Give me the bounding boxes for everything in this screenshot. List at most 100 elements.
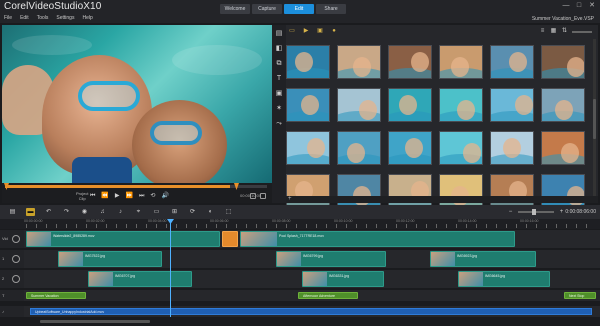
video-clip[interactable]: Pool Splash_717TRE18.mov [240,231,515,247]
preview-window[interactable] [2,25,272,183]
undo-icon[interactable]: ↶ [44,208,53,216]
title-clip[interactable]: Summer Vacation [26,292,86,299]
track-header-title[interactable]: T [0,290,24,301]
volume-icon[interactable]: 🔊 [161,193,168,200]
library-scrollbar[interactable] [593,39,596,199]
track-header-video[interactable]: Vid [0,230,24,248]
next-frame-button[interactable]: ⏩ [126,193,133,200]
thumbnail-view-icon[interactable]: ▦ [550,28,557,35]
pan-zoom-icon[interactable]: ⬚ [224,208,233,216]
previous-frame-button[interactable]: ⏪ [101,193,108,200]
zoom-out-icon[interactable]: − [506,208,515,216]
track-header-audio[interactable]: ♪ [0,306,24,317]
path-icon[interactable]: ⤳ [275,120,283,128]
zoom-slider[interactable] [518,209,554,215]
overlay-clip[interactable]: IMG6799.jpg [276,251,386,267]
overlay-clip[interactable]: IMG6707.jpg [88,271,192,287]
media-thumbnail[interactable] [286,88,330,122]
media-thumbnail[interactable] [439,131,483,165]
mask-creator-icon[interactable]: ◐ [206,208,215,216]
timeline-view-icon[interactable]: ▬ [26,208,35,216]
record-capture-icon[interactable]: ◉ [80,208,89,216]
play-button[interactable]: ▶ [115,193,120,200]
playhead-line[interactable] [170,219,171,317]
tab-share[interactable]: Share [316,4,346,14]
add-folder-icon[interactable]: ▭ [288,28,296,35]
sort-icon[interactable]: ⇅ [561,28,568,35]
thumbnail-size-slider[interactable] [572,30,592,33]
maximize-button[interactable]: □ [575,2,583,10]
media-thumbnail[interactable] [337,45,381,79]
scrubber-track[interactable] [5,185,267,188]
overlay-clip[interactable]: IMG7522.jpg [58,251,162,267]
repeat-button[interactable]: ⟲ [150,193,155,200]
media-thumbnail[interactable] [490,131,534,165]
timeline-scrollbar[interactable] [40,320,150,323]
aspect-ratio-icon[interactable] [250,193,256,199]
tab-welcome[interactable]: Welcome [220,4,250,14]
menu-help[interactable]: Help [82,15,92,21]
subtitle-editor-icon[interactable]: ▭ [152,208,161,216]
track-header-overlay-1[interactable]: 1 [0,250,24,268]
title-clip[interactable]: Afternoon Adventure [298,292,358,299]
transition-icon[interactable]: ⧉ [275,60,283,68]
multi-camera-icon[interactable]: ⊞ [170,208,179,216]
media-thumbnail[interactable] [388,131,432,165]
list-view-icon[interactable]: ≡ [539,28,546,35]
media-thumbnail[interactable] [490,88,534,122]
auto-music-icon[interactable]: ♪ [116,208,125,216]
menu-settings[interactable]: Settings [56,15,74,21]
import-media-button[interactable]: + [288,196,292,202]
sound-mixer-icon[interactable]: ♫ [98,208,107,216]
media-thumbnail[interactable] [439,45,483,79]
track-visibility-icon[interactable] [12,235,20,243]
media-thumbnail[interactable] [541,88,585,122]
media-thumbnail[interactable] [541,45,585,79]
video-filter-icon[interactable]: ▶ [302,28,310,35]
media-thumbnail[interactable] [439,88,483,122]
title-icon[interactable]: T [275,75,283,83]
instant-project-icon[interactable]: ◧ [275,45,283,53]
menu-edit[interactable]: Edit [20,15,29,21]
audio-clip[interactable]: UpbeatSoftware_UnhappyIndustrialAdd.mov [30,308,592,315]
menu-file[interactable]: File [4,15,12,21]
track-visibility-icon[interactable] [12,255,20,263]
audio-filter-icon[interactable]: ● [330,28,338,35]
tab-edit[interactable]: Edit [284,4,314,14]
media-thumbnail[interactable] [286,131,330,165]
title-clip[interactable]: Next Stop [564,292,596,299]
media-thumbnail[interactable] [286,45,330,79]
media-thumbnail[interactable] [337,88,381,122]
track-visibility-icon[interactable] [12,275,20,283]
video-clip[interactable]: Waterslide2_8985289.mov [26,231,220,247]
fullscreen-icon[interactable] [260,193,266,199]
media-icon[interactable]: ▤ [275,30,283,38]
overlay-clip[interactable]: IMG6331.jpg [302,271,384,287]
transition-clip[interactable] [222,231,238,247]
photo-filter-icon[interactable]: ▣ [316,28,324,35]
menu-tools[interactable]: Tools [37,15,49,21]
minimize-button[interactable]: — [562,2,570,10]
motion-tracking-icon[interactable]: ⌖ [134,208,143,216]
media-thumbnail[interactable] [541,131,585,165]
timeline-ruler[interactable]: 00:00:00:00 00:00:02:00 00:00:04:00 00:00:0… [0,219,600,229]
time-remapping-icon[interactable]: ⟳ [188,208,197,216]
filter-icon[interactable]: ✶ [275,105,283,113]
library-scroll-thumb[interactable] [593,99,596,139]
media-thumbnail[interactable] [490,45,534,79]
play-mode-label[interactable]: Project Clip [76,191,88,201]
track-header-overlay-2[interactable]: 2 [0,270,24,288]
overlay-clip[interactable]: IMG6645.jpg [458,271,550,287]
media-thumbnail[interactable] [388,45,432,79]
tab-capture[interactable]: Capture [252,4,282,14]
overlay-clip[interactable]: IMG6923.jpg [430,251,536,267]
home-button[interactable]: ⏮ [90,193,95,200]
media-thumbnail[interactable] [337,131,381,165]
zoom-slider-knob[interactable] [532,209,536,215]
graphic-icon[interactable]: ▣ [275,90,283,98]
media-thumbnail[interactable] [388,88,432,122]
redo-icon[interactable]: ↷ [62,208,71,216]
close-button[interactable]: ✕ [588,2,596,10]
storyboard-view-icon[interactable]: ▤ [8,208,17,216]
end-button[interactable]: ⏭ [139,193,144,200]
